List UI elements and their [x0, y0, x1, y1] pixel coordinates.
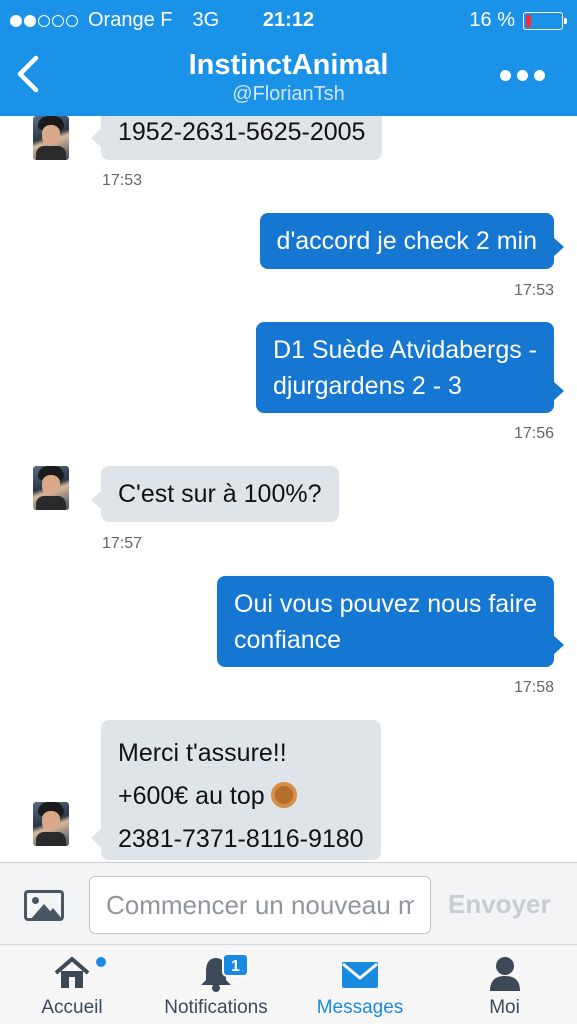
tab-label: Notifications	[164, 997, 268, 1018]
tab-label: Accueil	[41, 997, 103, 1018]
home-icon	[54, 957, 90, 988]
message-bubble-outgoing[interactable]: Oui vous pouvez nous faire confiance	[217, 576, 564, 667]
tab-messages[interactable]: Messages	[288, 945, 432, 1024]
message-bubble-outgoing[interactable]: d'accord je check 2 min	[259, 213, 565, 269]
message-text-line: +600€ au top	[118, 775, 364, 818]
tab-bar: Accueil Notifications Messages Moi	[0, 944, 577, 1024]
message-text: D1 Suède Atvidabergs -	[272, 336, 537, 364]
message-composer: Envoyer	[0, 862, 577, 944]
message-text: Oui vous pouvez nous faire	[234, 590, 537, 618]
message-input[interactable]	[89, 876, 431, 934]
tab-label: Moi	[489, 997, 520, 1018]
avatar[interactable]	[33, 116, 69, 160]
message-text: Merci t'assure!!	[118, 739, 287, 767]
message-thread[interactable]: 1952-2631-5625-2005 17:53 d'accord je ch…	[0, 116, 577, 862]
app-header: Orange F 3G 21:12 16 % InstinctAnimal @F…	[0, 0, 577, 116]
tab-label: Messages	[316, 997, 404, 1018]
tab-accueil[interactable]: Accueil	[0, 945, 144, 1024]
unread-dot	[96, 957, 106, 967]
avatar[interactable]	[33, 802, 69, 846]
photo-icon[interactable]	[24, 890, 64, 921]
send-button[interactable]: Envoyer	[448, 889, 551, 920]
tab-notifications[interactable]: Notifications	[144, 945, 288, 1024]
message-text: C'est sur à 100%?	[118, 480, 322, 508]
message-text: 1952-2631-5625-2005	[118, 118, 366, 146]
conversation-header: InstinctAnimal @FlorianTsh	[0, 48, 577, 106]
message-bubble-outgoing[interactable]: D1 Suède Atvidabergs - djurgardens 2 - 3	[255, 322, 565, 413]
message-bubble-incoming[interactable]: 1952-2631-5625-2005	[90, 116, 383, 160]
conversation-title: InstinctAnimal	[188, 49, 389, 81]
battery-icon	[523, 11, 567, 30]
message-timestamp: 17:58	[513, 679, 554, 696]
message-timestamp: 17:57	[102, 535, 143, 552]
notification-badge: 1	[222, 953, 249, 977]
message-text: d'accord je check 2 min	[276, 227, 537, 255]
message-timestamp: 17:53	[513, 282, 554, 299]
message-text: 2381-7371-8116-9180	[118, 825, 364, 853]
message-text: djurgardens 2 - 3	[272, 372, 462, 400]
status-right: 16 %	[469, 9, 567, 32]
ok-hand-emoji-icon	[270, 782, 297, 808]
envelope-icon	[342, 962, 378, 988]
status-bar: Orange F 3G 21:12 16 %	[0, 0, 577, 40]
message-bubble-incoming[interactable]: Merci t'assure!! +600€ au top 2381-7371-…	[91, 720, 381, 860]
message-bubble-incoming[interactable]: C'est sur à 100%?	[91, 466, 339, 522]
message-text: confiance	[234, 626, 342, 654]
tab-moi[interactable]: Moi	[432, 945, 577, 1024]
person-icon	[489, 957, 520, 991]
message-timestamp: 17:56	[513, 425, 554, 442]
battery-percent: 16 %	[469, 9, 515, 31]
message-text: +600€ au top	[118, 782, 265, 810]
message-timestamp: 17:53	[102, 172, 143, 189]
conversation-handle: @FlorianTsh	[232, 83, 345, 105]
more-dots-icon[interactable]	[500, 70, 545, 81]
avatar[interactable]	[33, 466, 69, 510]
